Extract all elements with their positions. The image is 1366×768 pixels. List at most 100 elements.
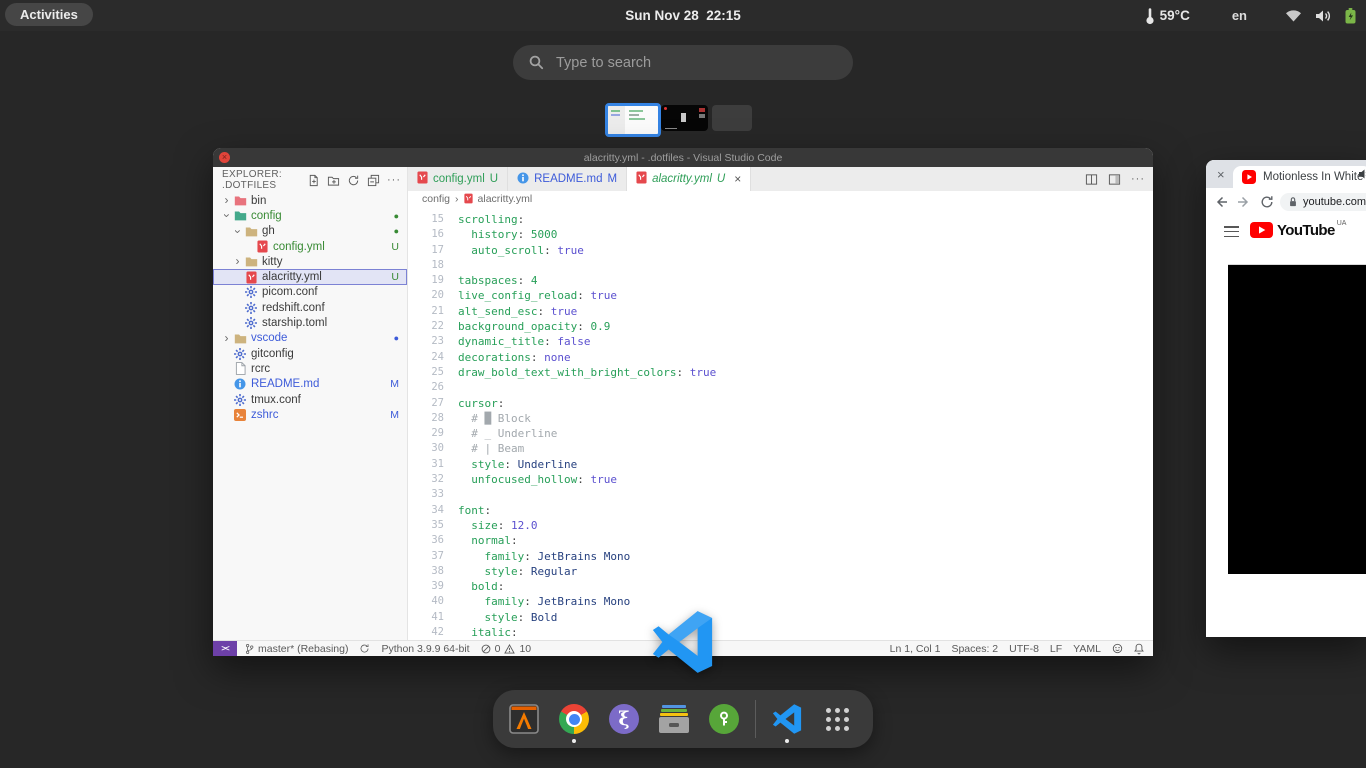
running-indicator: [572, 739, 576, 743]
new-file-icon[interactable]: [307, 174, 320, 187]
encoding[interactable]: UTF-8: [1009, 643, 1039, 655]
remote-indicator[interactable]: ><: [213, 641, 237, 656]
code-line: 42 italic:: [408, 625, 1153, 640]
youtube-logo[interactable]: YouTube UA: [1250, 222, 1346, 239]
editor-tab-config-yml[interactable]: config.ymlU: [408, 167, 508, 191]
chrome-active-tab[interactable]: Motionless In White -: [1233, 166, 1366, 188]
chrome-dock-icon[interactable]: [558, 693, 590, 745]
wifi-icon: [1285, 9, 1302, 22]
line-number: 32: [408, 472, 458, 487]
tree-item-label: README.md: [251, 378, 390, 390]
notifications-bell-icon[interactable]: [1134, 643, 1144, 655]
tree-item-label: kitty: [262, 256, 407, 268]
alacritty-dock-icon[interactable]: [508, 693, 540, 745]
new-folder-icon[interactable]: [327, 174, 340, 187]
git-branch[interactable]: master* (Rebasing): [245, 643, 348, 655]
vscode-app-badge-icon[interactable]: [651, 609, 714, 675]
explorer-more-icon[interactable]: ···: [387, 175, 401, 185]
python-interpreter[interactable]: Python 3.9.9 64-bit: [381, 643, 469, 655]
cursor-position[interactable]: Ln 1, Col 1: [890, 643, 941, 655]
workspace-thumbnail-3[interactable]: [712, 105, 752, 131]
tree-item-vscode[interactable]: ›vscode●: [213, 331, 407, 346]
editor-tabbar: config.ymlUREADME.mdMalacritty.ymlU× ···: [408, 167, 1153, 191]
keyboard-layout[interactable]: en: [1232, 8, 1247, 23]
feedback-icon[interactable]: [1112, 643, 1123, 654]
gear-icon: [243, 317, 259, 329]
vscode-titlebar[interactable]: alacritty.yml - .dotfiles - Visual Studi…: [213, 148, 1153, 167]
tree-item-kitty[interactable]: › kitty: [213, 254, 407, 269]
app-grid-dock-icon[interactable]: [821, 693, 853, 745]
code-line: 23dynamic_title: false: [408, 334, 1153, 349]
search-bar[interactable]: [513, 45, 853, 80]
search-input[interactable]: [554, 54, 853, 72]
video-player[interactable]: [1228, 264, 1366, 574]
refresh-explorer-icon[interactable]: [347, 174, 360, 187]
tab-git-badge: U: [490, 173, 498, 185]
code-line: 17 auto_scroll: true: [408, 243, 1153, 258]
code-line: 36 normal:: [408, 533, 1153, 548]
tree-item-alacritty-yml[interactable]: alacritty.ymlU: [213, 269, 407, 284]
menu-hamburger-icon[interactable]: [1224, 226, 1239, 240]
forward-icon[interactable]: [1237, 195, 1251, 209]
tree-item-gh[interactable]: ›gh●: [213, 224, 407, 239]
indentation[interactable]: Spaces: 2: [951, 643, 998, 655]
tree-item-bin[interactable]: ›bin: [213, 193, 407, 208]
back-icon[interactable]: [1214, 195, 1228, 209]
url-text: youtube.com/wa: [1303, 196, 1366, 208]
code-line: 37 family: JetBrains Mono: [408, 549, 1153, 564]
tree-item-readme-md[interactable]: README.mdM: [213, 377, 407, 392]
breadcrumb[interactable]: config › alacritty.yml: [408, 191, 1153, 206]
git-status-badge: U: [391, 271, 399, 283]
line-number: 17: [408, 243, 458, 258]
tab-label: README.md: [534, 173, 602, 185]
eol-sequence[interactable]: LF: [1050, 643, 1062, 655]
tree-item-label: rcrc: [251, 363, 407, 375]
sync-icon[interactable]: [359, 643, 370, 654]
workspace-thumbnail-2[interactable]: [661, 105, 708, 131]
code-editor[interactable]: 15scrolling:16 history: 500017 auto_scro…: [408, 206, 1153, 641]
youtube-favicon: [1242, 170, 1256, 184]
code-line: 32 unfocused_hollow: true: [408, 472, 1153, 487]
editor-tab-readme-md[interactable]: README.mdM: [508, 167, 627, 191]
vscode-dock-icon[interactable]: [771, 693, 803, 745]
split-editor-icon[interactable]: [1085, 173, 1098, 186]
tab-close-icon[interactable]: ×: [734, 172, 741, 186]
vscode-window[interactable]: alacritty.yml - .dotfiles - Visual Studi…: [213, 148, 1153, 656]
editor-tab-alacritty-yml[interactable]: alacritty.ymlU×: [627, 167, 751, 191]
tree-item-label: config.yml: [273, 241, 391, 253]
tree-item-label: config: [251, 210, 394, 222]
lock-icon: [1288, 196, 1298, 208]
battery-charging-icon: [1345, 8, 1356, 24]
address-bar[interactable]: youtube.com/wa: [1280, 193, 1366, 211]
tab-audio-icon[interactable]: [1358, 168, 1366, 180]
tree-item-redshift-conf[interactable]: redshift.conf: [213, 300, 407, 315]
emacs-dock-icon[interactable]: ξ: [608, 693, 640, 745]
keepassxc-dock-icon[interactable]: [708, 693, 740, 745]
tree-item-config[interactable]: ›config●: [213, 208, 407, 223]
chevron-icon: ›: [232, 256, 243, 267]
chrome-window[interactable]: × Motionless In White - youtube.com/wa Y…: [1206, 160, 1366, 637]
editor-more-icon[interactable]: ···: [1131, 174, 1145, 184]
tree-item-label: redshift.conf: [262, 302, 407, 314]
system-status-area[interactable]: 59°C en: [1145, 0, 1356, 31]
tree-item-picom-conf[interactable]: picom.conf: [213, 285, 407, 300]
tree-item-starship-toml[interactable]: starship.toml: [213, 315, 407, 330]
branch-icon: [245, 643, 254, 655]
tree-item-zshrc[interactable]: zshrcM: [213, 407, 407, 422]
workspace-thumbnail-active[interactable]: [605, 103, 661, 137]
collapse-folders-icon[interactable]: [367, 174, 380, 187]
file-cabinet-dock-icon[interactable]: [658, 693, 690, 745]
problems-indicator[interactable]: 0 10: [481, 643, 532, 655]
git-status-badge: M: [390, 378, 399, 390]
line-number: 26: [408, 380, 458, 395]
editor-layout-icon[interactable]: [1108, 173, 1121, 186]
tree-item-rcrc[interactable]: rcrc: [213, 361, 407, 376]
tab-close-icon[interactable]: ×: [1217, 167, 1225, 182]
reload-icon[interactable]: [1260, 195, 1274, 209]
tree-item-config-yml[interactable]: config.ymlU: [213, 239, 407, 254]
tree-item-tmux-conf[interactable]: tmux.conf: [213, 392, 407, 407]
tree-item-gitconfig[interactable]: gitconfig: [213, 346, 407, 361]
close-window-button[interactable]: ×: [219, 152, 230, 163]
language-mode[interactable]: YAML: [1073, 643, 1101, 655]
line-number: 41: [408, 610, 458, 625]
